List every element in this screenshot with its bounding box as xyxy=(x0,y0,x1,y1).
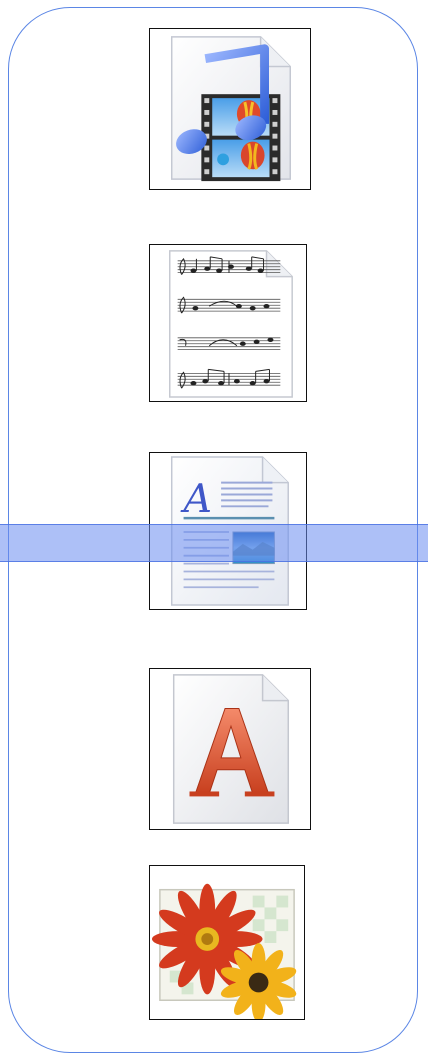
svg-text:A: A xyxy=(181,476,213,522)
image-file-icon xyxy=(151,883,297,1019)
media-file-tile[interactable] xyxy=(149,28,311,190)
selection-highlight-bar xyxy=(0,524,428,562)
sheet-music-file-tile[interactable] xyxy=(149,244,307,402)
icon-list-screen: A xyxy=(0,0,428,1059)
font-file-tile[interactable] xyxy=(149,668,311,830)
media-file-icon xyxy=(170,36,291,182)
sheet-music-file-icon xyxy=(169,250,293,398)
image-file-tile[interactable] xyxy=(149,865,305,1020)
font-file-icon xyxy=(172,674,290,824)
